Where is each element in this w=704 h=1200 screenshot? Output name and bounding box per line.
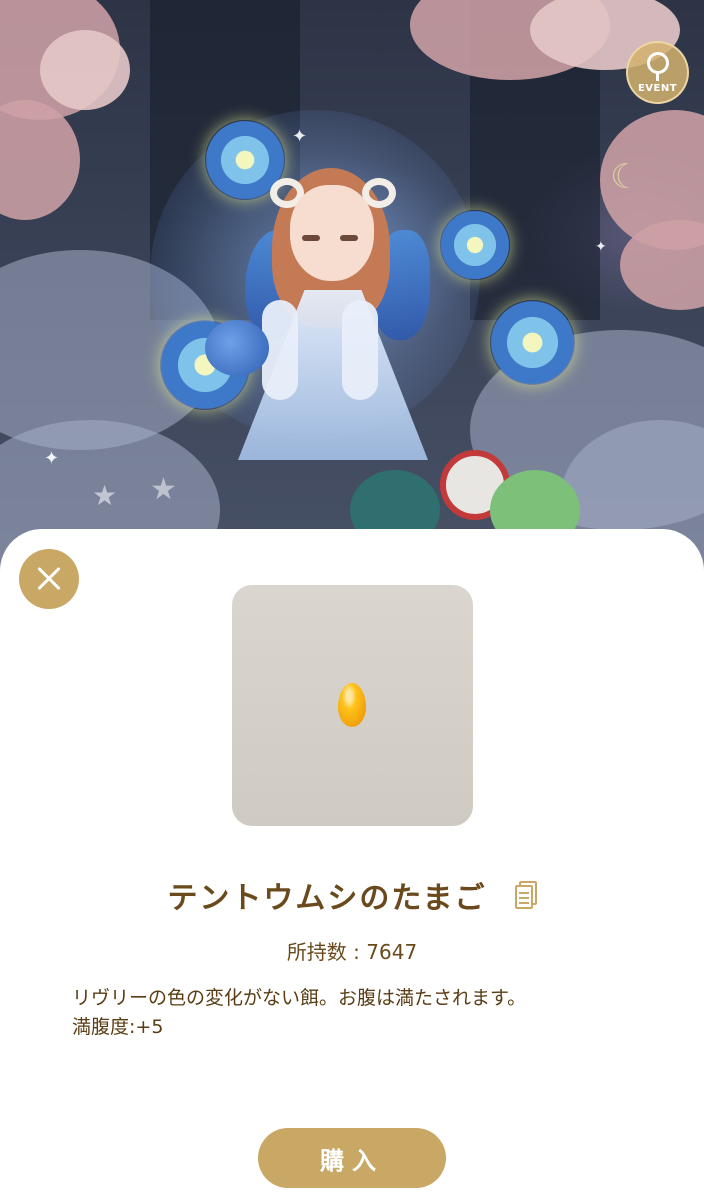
item-title-row: テントウムシのたまご [0,872,704,918]
character-face [290,185,374,281]
game-scene-background: ✦ ✦ ✦ ★ ★ ☾ [0,0,704,620]
cherry-blossom [0,100,80,220]
flower-bouquet [205,320,269,376]
ladybug-egg-icon [338,683,366,727]
character-eye [302,235,320,241]
female-symbol-stem [656,72,659,81]
satiety-value: 満腹度:+5 [72,1016,164,1038]
event-label: EVENT [637,82,678,94]
character-sleeve [342,300,378,400]
owned-count: 所持数 : 7647 [286,940,418,964]
glowing-flower [490,300,575,385]
buy-button[interactable]: 購入 [258,1128,446,1188]
glowing-flower [440,210,510,280]
item-description: リヴリーの色の変化がない餌。お腹は満たされます。 [72,987,527,1009]
star-icon: ★ [92,479,118,512]
sparkle-icon: ✦ [595,239,607,255]
document-icon[interactable] [514,881,537,909]
event-button[interactable]: EVENT [626,41,689,104]
character-eye [340,235,358,241]
sparkle-icon: ✦ [292,126,308,147]
star-icon: ★ [150,472,177,507]
crescent-moon-icon: ☾ [610,157,641,197]
item-title: テントウムシのたまご [167,881,487,916]
item-detail-screen: ✦ ✦ ✦ ★ ★ ☾ EVENT テントウムシのたまご 所持数 : 7647 … [0,0,704,1200]
female-symbol-icon [646,51,669,74]
close-button[interactable] [19,549,79,609]
item-description-block: リヴリーの色の変化がない餌。お腹は満たされます。 満腹度:+5 [72,984,592,1042]
cherry-blossom [40,30,130,110]
sparkle-icon: ✦ [44,448,60,469]
